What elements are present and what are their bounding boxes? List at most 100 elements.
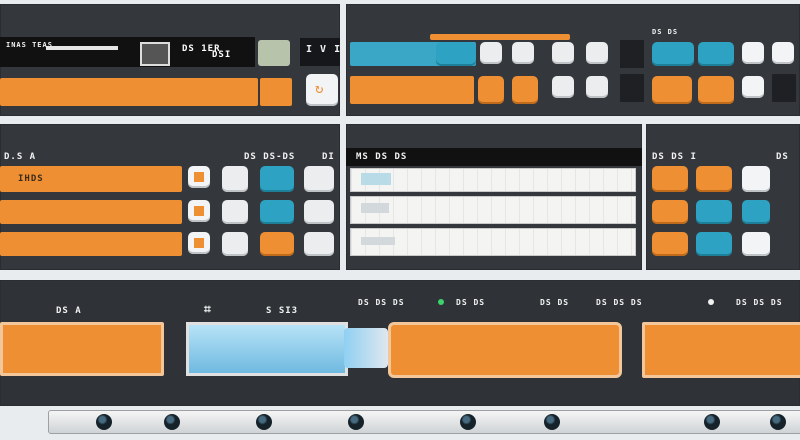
dark-slot-2	[620, 74, 644, 102]
orange-key-2[interactable]	[512, 76, 538, 104]
side-code: I V I O	[306, 44, 340, 55]
roller-2	[164, 414, 180, 430]
mr-key-9[interactable]	[742, 232, 770, 256]
printer-icon	[140, 42, 170, 66]
row2-orange-btn[interactable]	[188, 200, 210, 222]
top-right-panel: DS DS	[346, 4, 800, 116]
mid-right-panel: DS DS I DS	[646, 124, 800, 270]
teal-key-1[interactable]	[436, 42, 476, 66]
display-row-3	[350, 228, 636, 256]
nozzle	[344, 328, 388, 368]
mr-key-4[interactable]	[652, 200, 688, 224]
key-b2[interactable]	[586, 76, 608, 98]
bottom-label-center-a: DS DS DS	[358, 298, 405, 307]
mid-left-header-far: DI	[322, 152, 335, 162]
orange-key-4[interactable]	[698, 76, 734, 104]
refresh-icon: ↻	[315, 81, 324, 97]
key-a6[interactable]	[772, 42, 794, 64]
row2-key-3[interactable]	[304, 200, 334, 224]
bottom-label-mid: S SI3	[266, 306, 299, 316]
row1-key-1[interactable]	[222, 166, 248, 192]
row-bar-2	[0, 200, 182, 224]
mid-right-header: DS DS I	[652, 152, 697, 162]
bottom-label-center-b: DS DS	[456, 298, 486, 307]
row-bar-1-label: IHDS	[18, 174, 44, 184]
orange-bar-2	[350, 76, 474, 104]
top-left-panel: INAS TEAS DS 1ER DSI I V I O ↻	[0, 4, 340, 116]
mid-center-header: MS DS DS	[356, 152, 408, 162]
row1-key-3[interactable]	[304, 166, 334, 192]
roller-1	[96, 414, 112, 430]
row2-key-1[interactable]	[222, 200, 248, 224]
header-readout-2: DSI	[212, 50, 232, 60]
roller-4	[348, 414, 364, 430]
bottom-label-left: DS A	[56, 306, 82, 316]
mr-key-3[interactable]	[742, 166, 770, 192]
mid-right-header-2: DS	[776, 152, 789, 162]
dark-slot-1	[620, 40, 644, 68]
display-row-1	[350, 168, 636, 192]
key-b1[interactable]	[552, 76, 574, 98]
header-bar-white	[46, 46, 118, 50]
row3-key-3[interactable]	[304, 232, 334, 256]
teal-key-2[interactable]	[652, 42, 694, 66]
square-icon	[194, 206, 204, 216]
camera-icon: ⌗	[204, 302, 212, 316]
square-icon	[194, 238, 204, 248]
row2-key-2[interactable]	[260, 200, 294, 224]
roller-7	[704, 414, 720, 430]
bottom-label-center-c: DS DS	[540, 298, 570, 307]
bottom-bar-left	[0, 322, 164, 376]
row3-orange-btn[interactable]	[188, 232, 210, 254]
roller-8	[770, 414, 786, 430]
teal-key-3[interactable]	[698, 42, 734, 66]
display-thumb-2	[361, 203, 389, 213]
light-blue-tank	[186, 322, 348, 376]
mr-key-6[interactable]	[742, 200, 770, 224]
orange-progress-bar-end	[260, 78, 292, 106]
mr-key-5[interactable]	[696, 200, 732, 224]
bottom-bar-right	[642, 322, 800, 378]
display-thumb-1	[361, 173, 391, 185]
bottom-label-right-b: DS DS DS	[736, 298, 783, 307]
mr-key-1[interactable]	[652, 166, 688, 192]
orange-key-3[interactable]	[652, 76, 692, 104]
status-light-white	[708, 299, 714, 305]
mid-left-header-right: DS DS-DS	[244, 152, 296, 162]
mid-left-header: D.S A	[4, 152, 37, 162]
orange-key-1[interactable]	[478, 76, 504, 104]
display-row-2	[350, 196, 636, 224]
bottom-panel: DS A ⌗ S SI3 DS DS DS DS DS DS DS DS DS …	[0, 280, 800, 406]
row-bar-3	[0, 232, 182, 256]
mr-key-7[interactable]	[652, 232, 688, 256]
top-orange-strip	[430, 34, 570, 40]
display-thumb-3	[361, 237, 395, 245]
mr-key-2[interactable]	[696, 166, 732, 192]
row3-key-2[interactable]	[260, 232, 294, 256]
square-icon	[194, 172, 204, 182]
status-light-green	[438, 299, 444, 305]
top-right-code: DS DS	[652, 28, 679, 36]
row3-key-1[interactable]	[222, 232, 248, 256]
row1-key-2[interactable]	[260, 166, 294, 192]
key-a3[interactable]	[552, 42, 574, 64]
row1-orange-btn[interactable]	[188, 166, 210, 188]
key-a5[interactable]	[742, 42, 764, 64]
mr-key-8[interactable]	[696, 232, 732, 256]
refresh-button[interactable]: ↻	[306, 74, 338, 106]
roller-5	[460, 414, 476, 430]
key-a1[interactable]	[480, 42, 502, 64]
bottom-bar-center	[388, 322, 622, 378]
key-a2[interactable]	[512, 42, 534, 64]
bottom-label-right-a: DS DS DS	[596, 298, 643, 307]
roller-6	[544, 414, 560, 430]
key-a4[interactable]	[586, 42, 608, 64]
mid-left-panel: D.S A DS DS-DS DI IHDS	[0, 124, 340, 270]
dark-slot-3	[772, 74, 796, 102]
mid-center-panel: MS DS DS	[346, 124, 642, 270]
green-tile	[258, 40, 290, 66]
conveyor-belt	[48, 410, 800, 434]
roller-3	[256, 414, 272, 430]
key-b3[interactable]	[742, 76, 764, 98]
orange-progress-bar	[0, 78, 258, 106]
